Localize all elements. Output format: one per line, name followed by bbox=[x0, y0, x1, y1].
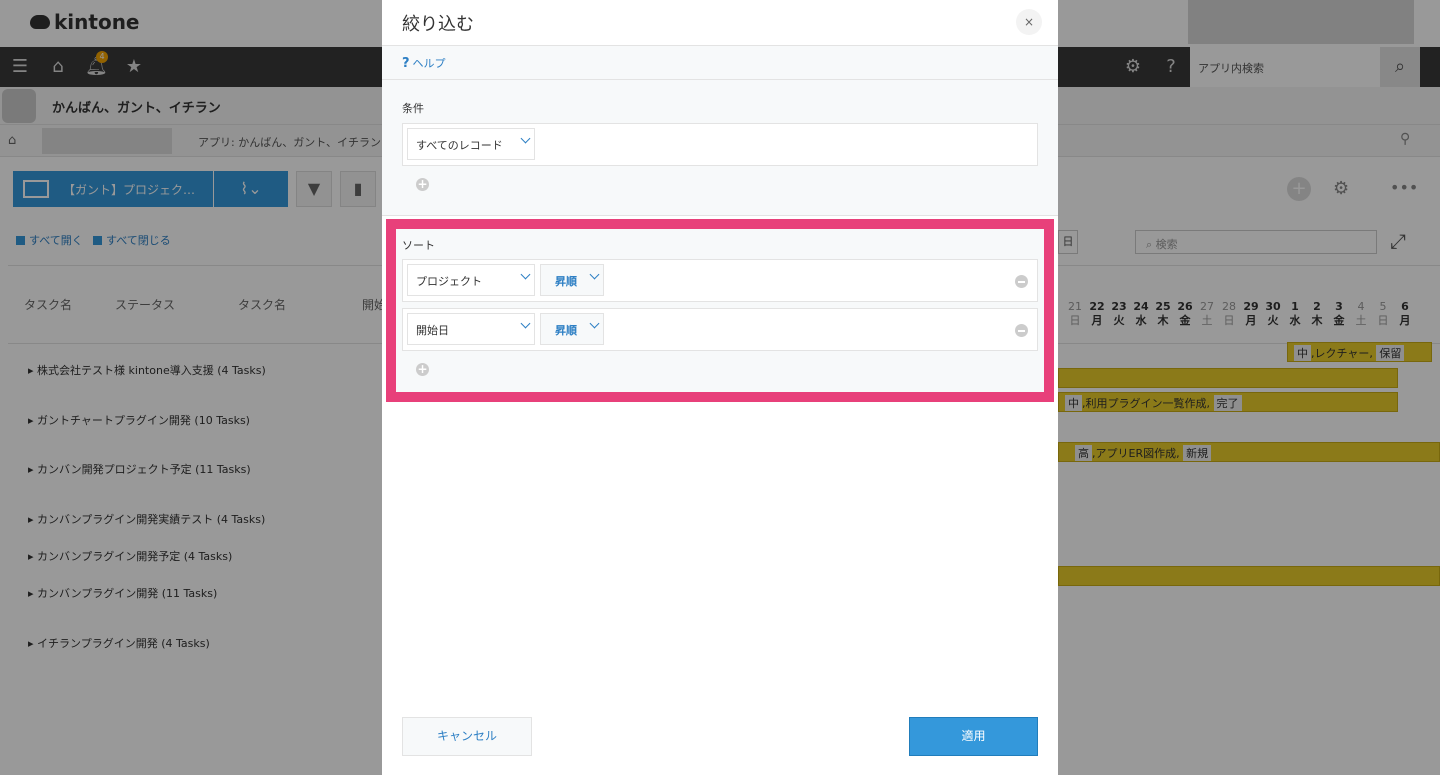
condition-select[interactable]: すべてのレコード bbox=[407, 128, 535, 160]
condition-select-value: すべてのレコード bbox=[416, 139, 503, 152]
sort-field-value: 開始日 bbox=[416, 324, 449, 337]
chevron-down-icon bbox=[520, 135, 530, 145]
condition-section: 条件 すべてのレコード + bbox=[382, 80, 1058, 216]
help-icon: ? bbox=[402, 56, 410, 71]
sort-order-value: 昇順 bbox=[555, 275, 577, 288]
apply-button[interactable]: 適用 bbox=[909, 717, 1038, 756]
help-link[interactable]: ? ヘルプ bbox=[402, 55, 446, 71]
remove-sort-button[interactable] bbox=[1015, 324, 1028, 337]
sort-order-select[interactable]: 昇順 bbox=[540, 313, 604, 345]
sort-row: 開始日 昇順 bbox=[402, 308, 1038, 351]
dialog-header: 絞り込む × bbox=[382, 0, 1058, 46]
add-sort-button[interactable]: + bbox=[416, 363, 429, 376]
chevron-down-icon bbox=[589, 320, 599, 330]
close-icon[interactable]: × bbox=[1016, 9, 1042, 35]
condition-row: すべてのレコード bbox=[402, 123, 1038, 166]
sort-field-select[interactable]: プロジェクト bbox=[407, 264, 535, 296]
sort-field-value: プロジェクト bbox=[416, 275, 482, 288]
condition-label: 条件 bbox=[402, 102, 424, 115]
add-condition-button[interactable]: + bbox=[416, 178, 429, 191]
help-label: ヘルプ bbox=[412, 57, 446, 70]
chevron-down-icon bbox=[589, 271, 599, 281]
help-bar: ? ヘルプ bbox=[382, 46, 1058, 80]
remove-sort-button[interactable] bbox=[1015, 275, 1028, 288]
sort-order-value: 昇順 bbox=[555, 324, 577, 337]
sort-order-select[interactable]: 昇順 bbox=[540, 264, 604, 296]
sort-section: ソート プロジェクト 昇順 開始日 昇順 + bbox=[386, 219, 1054, 402]
cancel-button[interactable]: キャンセル bbox=[402, 717, 532, 756]
sort-field-select[interactable]: 開始日 bbox=[407, 313, 535, 345]
sort-label: ソート bbox=[402, 239, 435, 252]
chevron-down-icon bbox=[520, 320, 530, 330]
sort-row: プロジェクト 昇順 bbox=[402, 259, 1038, 302]
dialog-title: 絞り込む bbox=[402, 14, 474, 35]
chevron-down-icon bbox=[520, 271, 530, 281]
